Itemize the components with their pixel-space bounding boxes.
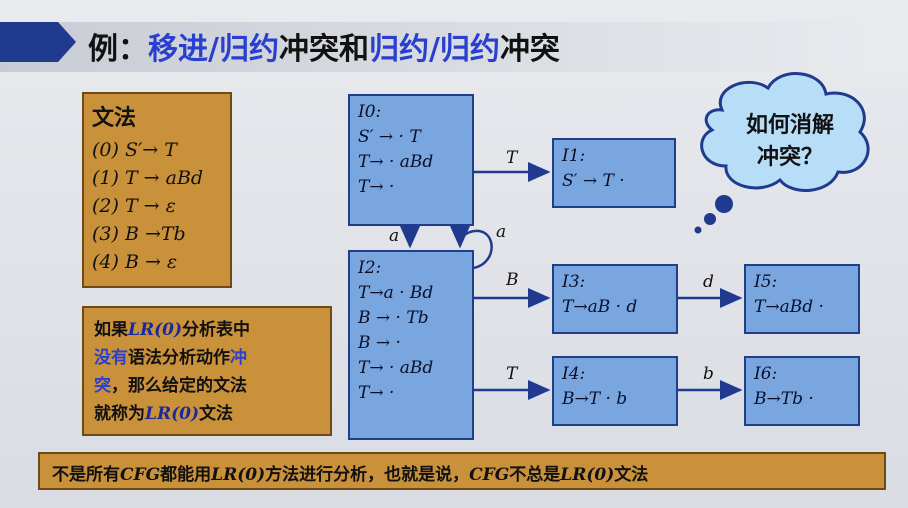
state-I4-item-0: B→T · b xyxy=(562,389,628,409)
label-I2-I3: B xyxy=(506,270,519,290)
state-I0-label: I0: xyxy=(358,102,382,122)
state-I5-label: I5: xyxy=(754,272,778,292)
slide: 例：移进/归约冲突和归约/归约冲突 文法 (0) S′→ T (1) T → a… xyxy=(0,0,908,508)
state-I0-item-2: T→ · xyxy=(358,177,395,197)
state-I6-label: I6: xyxy=(754,364,778,384)
label-I4-I6: b xyxy=(703,364,714,384)
state-I2-item-2: B → · xyxy=(358,333,401,353)
state-I5: I5: T→aBd · xyxy=(744,264,860,334)
state-I3: I3: T→aB · d xyxy=(552,264,678,334)
state-I1: I1: S′ → T · xyxy=(552,138,676,208)
state-I2-item-4: T→ · xyxy=(358,383,395,403)
state-I2: I2: T→a · Bd B → · Tb B → · T→ · aBd T→ … xyxy=(348,250,474,440)
label-I3-I5: d xyxy=(703,272,714,292)
state-I6-item-0: B→Tb · xyxy=(754,389,814,409)
state-I1-item-0: S′ → T · xyxy=(562,171,625,191)
state-I0-item-0: S′ → · T xyxy=(358,127,421,147)
state-I3-item-0: T→aB · d xyxy=(562,297,638,317)
cloud-line-2: 冲突？ xyxy=(756,145,823,170)
state-I1-label: I1: xyxy=(562,146,586,166)
state-I2-item-0: T→a · Bd xyxy=(358,283,434,303)
cloud-line-1: 如何消解 xyxy=(745,113,834,138)
state-I2-item-3: T→ · aBd xyxy=(358,358,434,378)
label-I0-I1: T xyxy=(506,148,518,168)
state-I0-item-1: T→ · aBd xyxy=(358,152,434,172)
state-I2-item-1: B → · Tb xyxy=(358,308,429,328)
state-I2-label: I2: xyxy=(358,258,382,278)
state-I0: I0: S′ → · T T→ · aBd T→ · xyxy=(348,94,474,226)
state-I3-label: I3: xyxy=(562,272,586,292)
state-I5-item-0: T→aBd · xyxy=(754,297,824,317)
label-I2-I4: T xyxy=(506,364,518,384)
state-I4-label: I4: xyxy=(562,364,586,384)
state-I6: I6: B→Tb · xyxy=(744,356,860,426)
label-I0-I2: a xyxy=(389,226,400,246)
label-I2-self: a xyxy=(496,222,507,242)
cloud-question: 如何消解 冲突？ xyxy=(720,110,860,174)
state-I4: I4: B→T · b xyxy=(552,356,678,426)
